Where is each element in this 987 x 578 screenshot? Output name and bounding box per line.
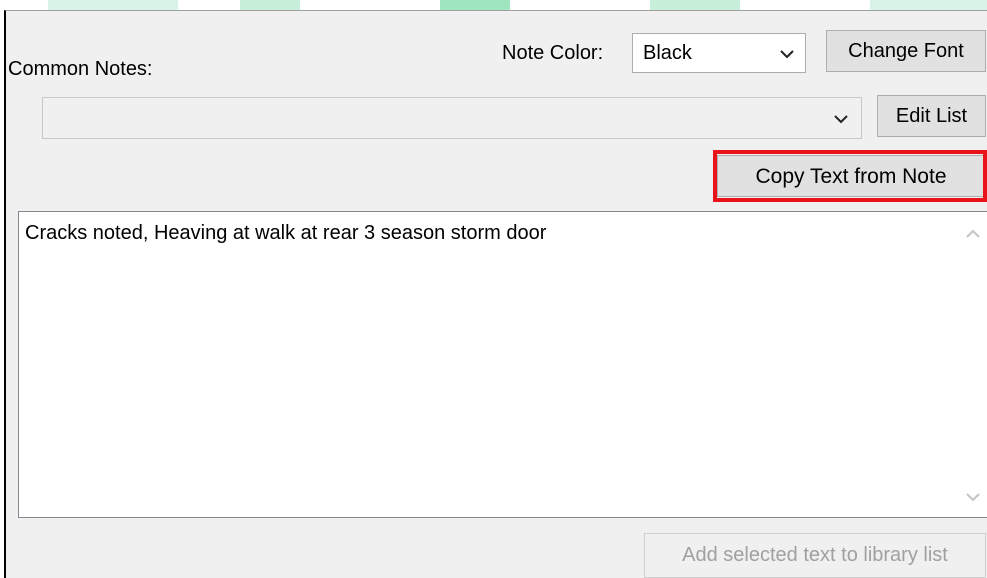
add-selected-text-button[interactable]: Add selected text to library list xyxy=(644,533,986,578)
vertical-scrollbar[interactable] xyxy=(957,212,987,517)
note-color-value: Black xyxy=(643,42,692,64)
note-color-select[interactable]: Black xyxy=(632,33,806,73)
highlight-box xyxy=(713,150,987,202)
change-font-label: Change Font xyxy=(848,40,964,62)
note-textarea[interactable]: Cracks noted, Heaving at walk at rear 3 … xyxy=(18,211,987,518)
common-notes-select[interactable] xyxy=(42,97,862,139)
change-font-button[interactable]: Change Font xyxy=(826,30,986,72)
scroll-up-icon[interactable] xyxy=(965,228,981,240)
top-decor-band xyxy=(240,0,300,10)
top-decor-band xyxy=(440,0,510,10)
top-decor-band xyxy=(48,0,178,10)
top-decor-band xyxy=(650,0,740,10)
common-notes-label: Common Notes: xyxy=(8,58,153,80)
edit-list-label: Edit List xyxy=(895,105,968,127)
top-decor-band xyxy=(870,0,987,10)
chevron-down-icon xyxy=(834,115,848,124)
scroll-down-icon[interactable] xyxy=(965,491,981,503)
add-selected-text-label: Add selected text to library list xyxy=(682,544,948,566)
chevron-down-icon xyxy=(780,50,794,59)
edit-list-button[interactable]: Edit List xyxy=(877,95,986,137)
note-text: Cracks noted, Heaving at walk at rear 3 … xyxy=(25,222,547,244)
note-color-label: Note Color: xyxy=(502,42,604,64)
